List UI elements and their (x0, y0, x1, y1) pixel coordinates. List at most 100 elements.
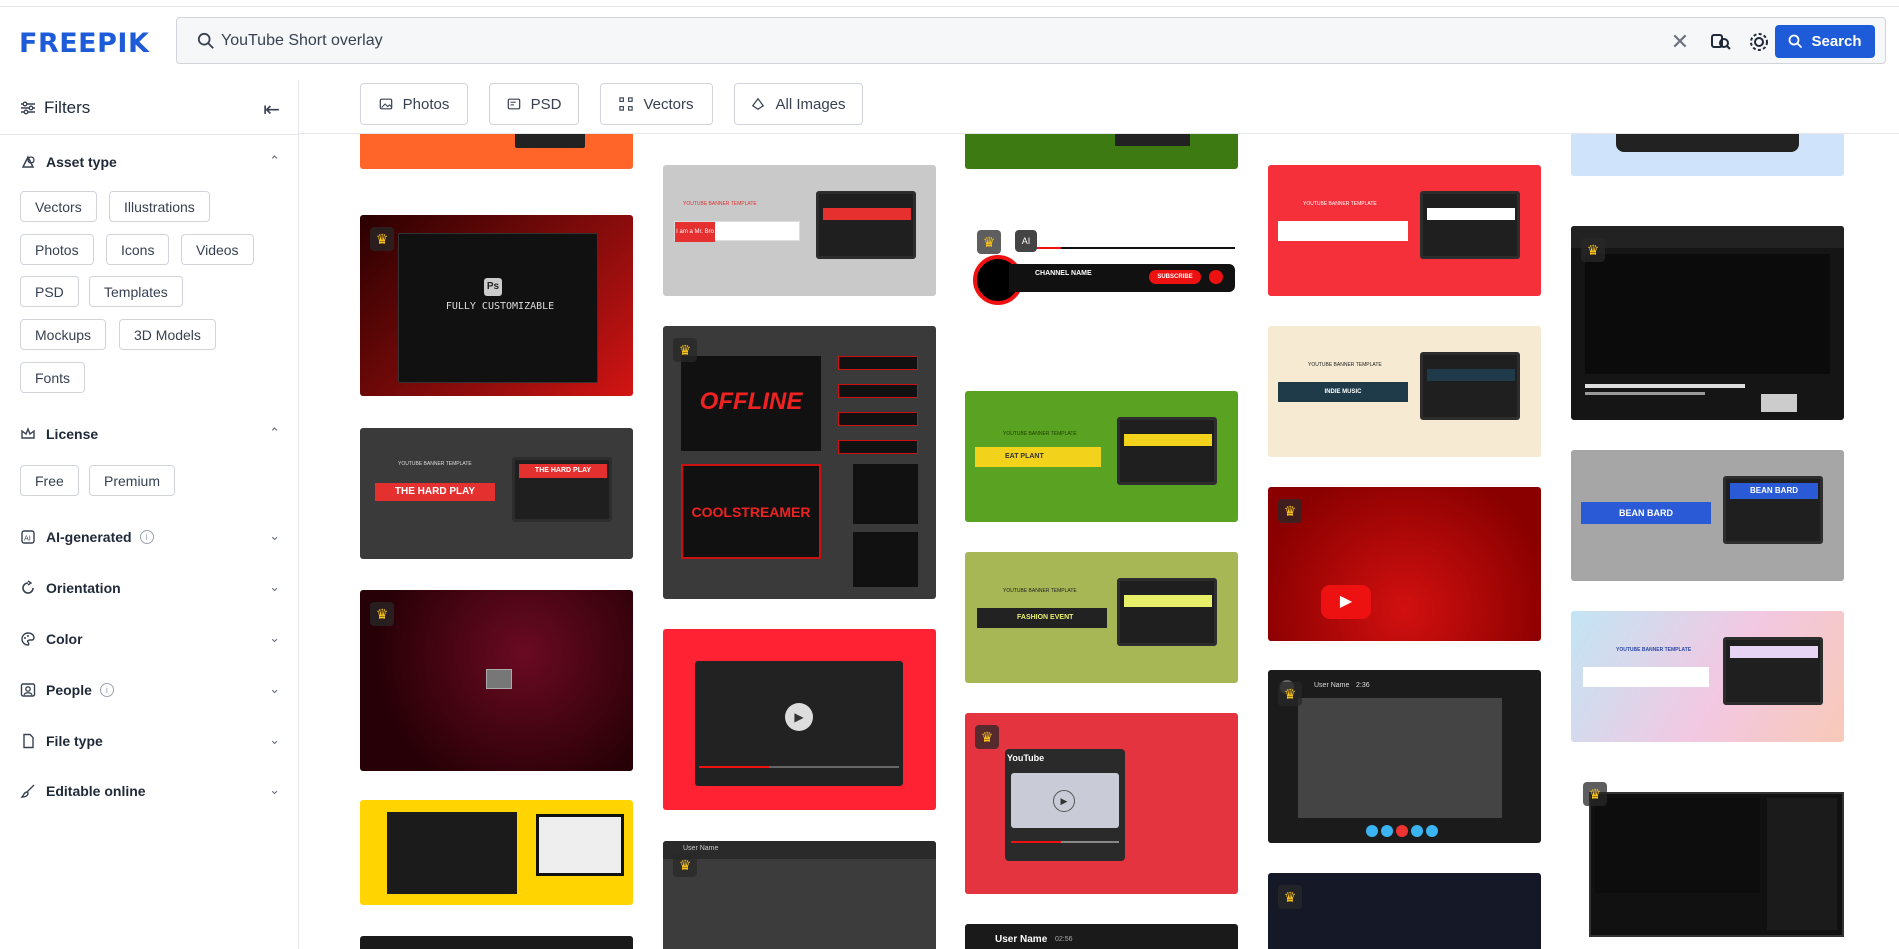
search-button[interactable]: Search (1775, 25, 1875, 58)
control-icon (1426, 825, 1438, 837)
section-people[interactable]: People i ⌄ (20, 678, 280, 702)
result-thumbnail[interactable]: User Name 2:36 ♛ (1268, 670, 1541, 843)
settings-gear-icon[interactable] (1746, 29, 1772, 55)
chip-videos[interactable]: Videos (181, 234, 254, 265)
result-thumbnail[interactable]: ▶ ♛ (1268, 487, 1541, 641)
section-editable-online[interactable]: Editable online ⌄ (20, 779, 280, 803)
eat-plant-banner: EAT PLANT (975, 447, 1101, 467)
result-thumbnail[interactable]: ♛ (360, 590, 633, 771)
chip-illustrations[interactable]: Illustrations (109, 191, 210, 222)
banner-template-caption: YOUTUBE BANNER TEMPLATE (1616, 647, 1691, 653)
offline-screen: OFFLINE (681, 356, 821, 451)
section-orientation[interactable]: Orientation ⌄ (20, 576, 280, 600)
result-thumbnail[interactable]: YOUTUBE BANNER TEMPLATE EAT PLANT (965, 391, 1238, 522)
section-file-type[interactable]: File type ⌄ (20, 729, 280, 753)
photoshop-icon: Ps (484, 278, 502, 296)
filters-title: Filters (44, 98, 90, 118)
monitor-mockup (536, 814, 624, 876)
type-filter-photos[interactable]: Photos (360, 83, 468, 125)
chip-free[interactable]: Free (20, 465, 79, 496)
info-icon[interactable]: i (100, 683, 114, 697)
video-screen (1585, 254, 1830, 374)
subscribe-lower-third: CHANNEL NAME SUBSCRIBE (1009, 264, 1235, 292)
section-asset-type[interactable]: Asset type ⌃ (20, 150, 280, 174)
image-placeholder-icon (486, 669, 512, 689)
control-icon (1411, 825, 1423, 837)
result-thumbnail[interactable]: YOUTUBE BANNER TEMPLATE FASHION EVENT (965, 552, 1238, 683)
chip-photos[interactable]: Photos (20, 234, 94, 265)
result-thumbnail[interactable]: OFFLINE COOLSTREAMER ♛ (663, 326, 936, 599)
panel-button (838, 356, 918, 370)
chevron-down-icon: ⌄ (269, 782, 280, 798)
panel-button (838, 440, 918, 454)
monitor-banner (1427, 208, 1515, 220)
section-asset-type-label: Asset type (46, 154, 117, 170)
panel-button (838, 384, 918, 398)
result-thumbnail[interactable] (360, 134, 633, 169)
result-thumbnail[interactable]: ♛ (1268, 873, 1541, 949)
brush-icon (20, 783, 36, 799)
chip-mockups[interactable]: Mockups (20, 319, 106, 350)
result-thumbnail[interactable]: YouTube ▶ ♛ (965, 713, 1238, 894)
banner-template-caption: YOUTUBE BANNER TEMPLATE (398, 461, 472, 467)
type-filter-all-images-label: All Images (775, 96, 845, 113)
search-input[interactable] (221, 26, 1521, 56)
result-thumbnail[interactable] (1571, 134, 1844, 176)
result-thumbnail[interactable]: YOUTUBE BANNER TEMPLATE I am a Mr. Bro (663, 165, 936, 296)
result-thumbnail[interactable] (360, 800, 633, 905)
result-thumbnail[interactable]: YOUTUBE BANNER TEMPLATE THE HARD PLAY TH… (360, 428, 633, 559)
freepik-logo[interactable]: FREEPIK (19, 28, 149, 59)
result-thumbnail[interactable] (360, 936, 633, 949)
result-thumbnail[interactable]: YOUTUBE BANNER TEMPLATE (1571, 611, 1844, 742)
user-name-label: User Name (683, 845, 718, 852)
chip-psd[interactable]: PSD (20, 276, 79, 307)
chevron-down-icon: ⌄ (269, 630, 280, 646)
result-thumbnail[interactable]: ♛ (1571, 782, 1844, 942)
type-filter-all-images[interactable]: All Images (734, 83, 863, 125)
result-thumbnail[interactable]: ♛ (1571, 226, 1844, 420)
result-thumbnail[interactable]: CHANNEL NAME SUBSCRIBE ♛ AI (965, 225, 1238, 310)
image-search-icon[interactable] (1707, 29, 1733, 55)
sidebar-divider (0, 134, 299, 135)
result-thumbnail[interactable]: User Name ♛ (663, 841, 936, 949)
chip-fonts[interactable]: Fonts (20, 362, 85, 393)
chip-templates[interactable]: Templates (89, 276, 183, 307)
palette-icon (20, 631, 36, 647)
chip-icons[interactable]: Icons (106, 234, 169, 265)
chip-3d-models[interactable]: 3D Models (119, 319, 216, 350)
result-thumbnail[interactable]: ▶ (663, 629, 936, 810)
filters-icon (20, 100, 36, 116)
clear-search-icon[interactable]: ✕ (1667, 29, 1693, 55)
monitor-banner (1730, 646, 1818, 658)
collapse-sidebar-icon[interactable]: ⇤ (263, 97, 280, 122)
result-thumbnail[interactable]: Ps FULLY CUSTOMIZABLE ♛ (360, 215, 633, 396)
result-thumbnail[interactable]: YOUTUBE BANNER TEMPLATE (1268, 165, 1541, 296)
call-controls (1366, 825, 1444, 837)
filters-header: Filters ⇤ (20, 93, 280, 123)
youtube-play-logo-icon: ▶ (1321, 585, 1371, 619)
result-thumbnail[interactable]: BEAN BARD BEAN BARD (1571, 450, 1844, 581)
premium-crown-icon: ♛ (1278, 499, 1302, 523)
result-thumbnail[interactable]: User Name 02:56 (965, 924, 1238, 949)
fashion-event-banner: FASHION EVENT (977, 608, 1107, 628)
section-license[interactable]: License ⌃ (20, 422, 280, 446)
chip-premium[interactable]: Premium (89, 465, 175, 496)
type-filter-vectors[interactable]: Vectors (600, 83, 713, 125)
type-filter-psd[interactable]: PSD (489, 83, 579, 125)
channel-name-text: CHANNEL NAME (1035, 270, 1092, 277)
svg-text:AI: AI (24, 535, 31, 543)
section-ai-generated[interactable]: AI AI-generated i ⌄ (20, 525, 280, 549)
panel-button (838, 412, 918, 426)
chat-panel (1767, 798, 1837, 930)
chip-vectors[interactable]: Vectors (20, 191, 97, 222)
info-icon[interactable]: i (140, 530, 154, 544)
result-thumbnail[interactable] (965, 134, 1238, 169)
side-panel (853, 532, 918, 587)
video-controls-bar (1616, 134, 1799, 152)
play-icon: ▶ (1053, 790, 1075, 812)
section-color[interactable]: Color ⌄ (20, 627, 280, 651)
result-thumbnail[interactable]: YOUTUBE BANNER TEMPLATE INDIE MUSIC (1268, 326, 1541, 457)
mr-bro-label: I am a Mr. Bro (675, 222, 715, 242)
browser-header (1571, 226, 1844, 248)
stream-overlay-preview (387, 812, 517, 894)
